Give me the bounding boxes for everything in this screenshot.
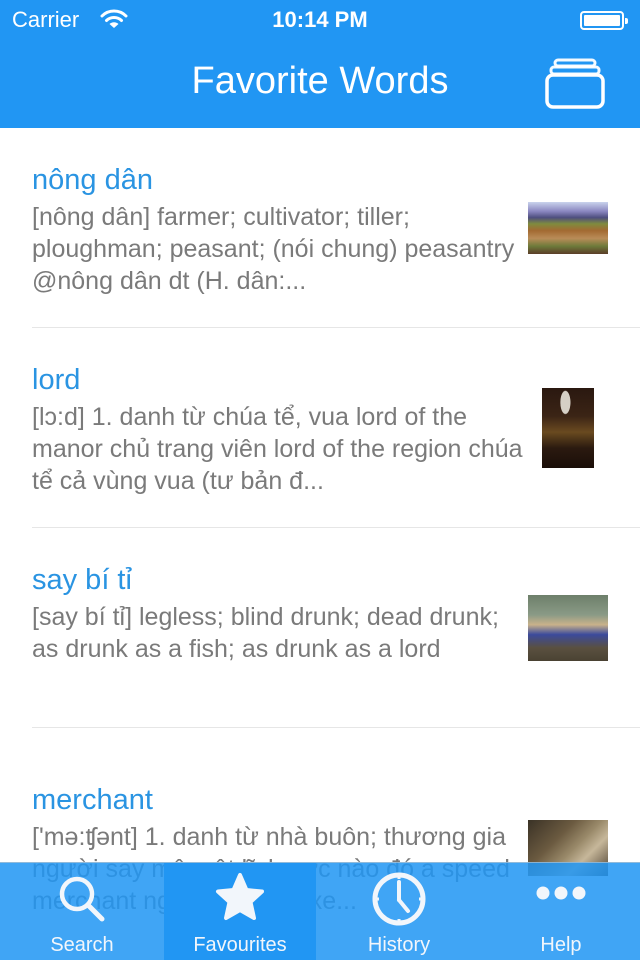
star-icon (216, 873, 264, 920)
tab-label: Help (540, 934, 582, 956)
drunk-men-thumbnail (528, 595, 608, 661)
list-item[interactable]: say bí tỉ [say bí tỉ] legless; blind dru… (0, 528, 640, 728)
tab-search[interactable]: Search (0, 863, 164, 960)
tab-help[interactable]: Help (482, 863, 640, 960)
tab-label: History (367, 934, 431, 956)
tab-label: Favourites (193, 934, 287, 956)
tab-favourites[interactable]: Favourites (164, 863, 316, 960)
favorite-words-list: nông dân [nông dân] farmer; cultivator; … (0, 128, 640, 960)
lord-portrait-thumbnail (542, 388, 594, 468)
clock-icon (372, 872, 426, 926)
stacked-cards-icon[interactable] (544, 56, 606, 110)
more-dots-icon (536, 886, 586, 900)
entry-word: say bí tỉ (32, 564, 132, 596)
list-item[interactable]: nông dân [nông dân] farmer; cultivator; … (0, 128, 640, 328)
entry-definition: [say bí tỉ] legless; blind drunk; dead d… (32, 603, 499, 663)
list-item[interactable]: lord [lɔ:d] 1. danh từ chúa tể, vua lord… (0, 328, 640, 528)
status-time: 10:14 PM (272, 7, 368, 32)
entry-word: merchant (32, 784, 153, 816)
tab-label: Search (50, 934, 114, 956)
status-bar: Carrier 10:14 PM (0, 0, 640, 40)
entry-definition: [nông dân] farmer; cultivator; tiller; p… (32, 203, 515, 295)
tab-bar: Search Favourites History Help (0, 862, 640, 960)
battery-icon (580, 11, 628, 30)
tab-history[interactable]: History (316, 863, 482, 960)
navigation-header: Carrier 10:14 PM Favorite Words (0, 0, 640, 128)
entry-word: lord (32, 364, 81, 396)
farmland-thumbnail (528, 202, 608, 254)
entry-definition: [lɔ:d] 1. danh từ chúa tể, vua lord of t… (32, 403, 523, 495)
search-icon (59, 876, 105, 922)
entry-word: nông dân (32, 164, 153, 196)
